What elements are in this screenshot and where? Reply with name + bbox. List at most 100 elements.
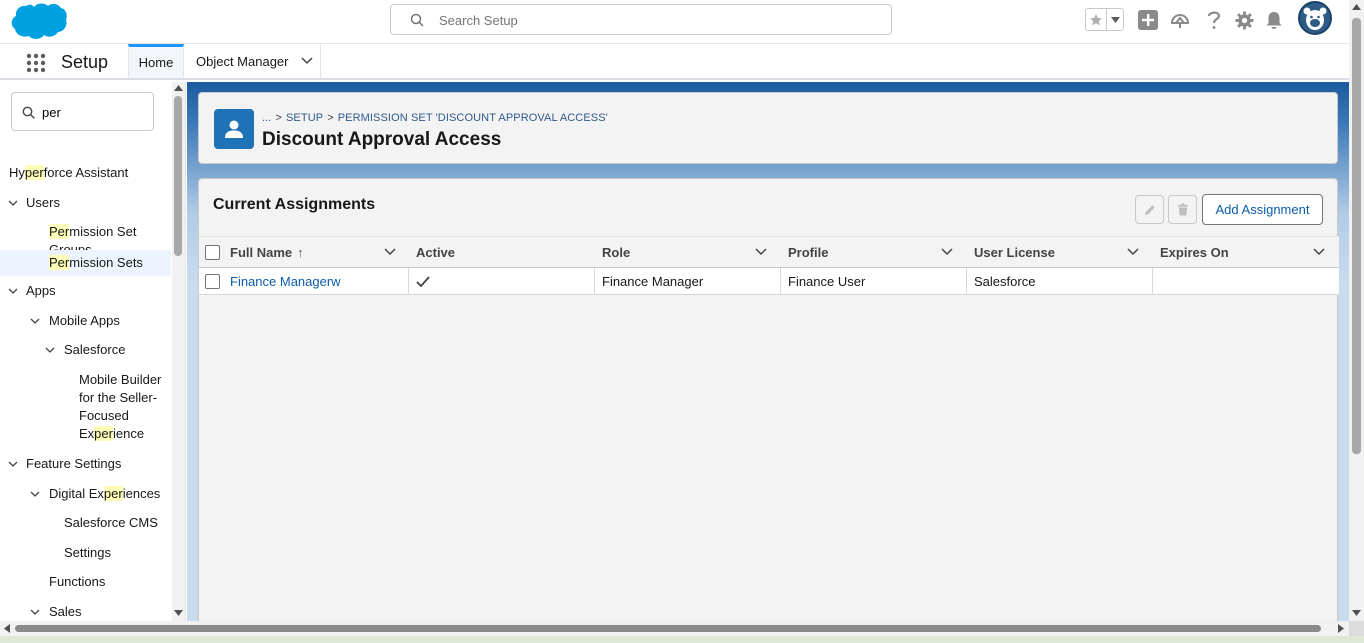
bell-icon [1266, 11, 1282, 29]
table-row: Finance Managerw Finance Manager Finance… [199, 268, 1339, 295]
column-header-full-name[interactable]: Full Name ↑ [230, 237, 408, 267]
sidebar-item-hyperforce-assistant[interactable]: Hyperforce Assistant [0, 164, 171, 182]
setup-search-box[interactable] [390, 4, 892, 35]
quick-find-input[interactable] [42, 104, 147, 120]
edit-button[interactable] [1135, 195, 1164, 224]
sidebar-item-digital-experiences[interactable]: Digital Experiences [0, 485, 171, 503]
window-horizontal-scrollbar[interactable] [0, 621, 1349, 636]
sidebar-item-label: Settings [64, 545, 111, 560]
avatar[interactable] [1298, 1, 1332, 35]
sidebar-scrollbar-thumb[interactable] [174, 96, 182, 256]
chevron-down-icon[interactable] [30, 607, 40, 617]
breadcrumb-setup[interactable]: SETUP [286, 112, 323, 124]
column-header-label: Expires On [1160, 244, 1229, 260]
column-header-label: Full Name [230, 244, 293, 260]
chevron-down-icon[interactable] [8, 286, 18, 296]
chevron-down-icon[interactable] [1127, 248, 1139, 256]
trailhead-button[interactable] [1169, 9, 1191, 31]
help-button[interactable] [1203, 9, 1225, 31]
column-header-expires-on[interactable]: Expires On [1160, 237, 1338, 267]
sidebar-item-settings[interactable]: Settings [0, 544, 171, 562]
scroll-up-icon[interactable] [174, 85, 183, 91]
column-header-profile[interactable]: Profile [788, 237, 966, 267]
notifications-button[interactable] [1263, 9, 1285, 31]
window-horizontal-scrollbar-thumb[interactable] [15, 625, 1321, 632]
sidebar-item-mobile-builder[interactable]: Mobile Builder for the Seller- Focused Expe… [0, 371, 165, 443]
sidebar-item-label: Salesforce CMS [64, 515, 158, 530]
setup-gear-button[interactable] [1233, 9, 1255, 31]
chevron-down-icon[interactable] [45, 345, 55, 355]
column-header-active[interactable]: Active [416, 237, 594, 267]
sort-ascending-icon: ↑ [297, 244, 304, 260]
star-icon [1090, 13, 1102, 25]
chevron-down-icon[interactable] [8, 459, 18, 469]
chevron-down-icon[interactable] [300, 57, 313, 65]
sidebar-item-apps[interactable]: Apps [0, 282, 171, 300]
sidebar-item-salesforce-cms[interactable]: Salesforce CMS [0, 514, 171, 532]
chevron-down-icon[interactable] [384, 248, 396, 256]
tab-object-manager[interactable]: Object Manager [185, 44, 321, 78]
sidebar-item-feature-settings[interactable]: Feature Settings [0, 455, 171, 473]
app-launcher-icon[interactable] [26, 53, 46, 73]
chevron-down-icon [1110, 16, 1120, 23]
chevron-down-icon[interactable] [30, 489, 40, 499]
salesforce-cloud-logo[interactable] [11, 2, 67, 40]
global-actions-button[interactable] [1137, 9, 1159, 31]
cell-role: Finance Manager [595, 268, 781, 294]
sidebar-scrollbar[interactable] [172, 82, 185, 621]
chevron-down-icon[interactable] [941, 248, 953, 256]
column-header-role[interactable]: Role [602, 237, 780, 267]
plus-icon [1138, 10, 1158, 30]
search-icon [410, 13, 424, 27]
scroll-right-icon[interactable] [1338, 624, 1344, 633]
sidebar-item-salesforce[interactable]: Salesforce [0, 341, 171, 359]
scroll-left-icon[interactable] [4, 624, 10, 633]
window-vertical-scrollbar-thumb[interactable] [1352, 18, 1361, 454]
column-header-user-license[interactable]: User License [974, 237, 1152, 267]
permission-set-icon [214, 109, 254, 149]
breadcrumb-overflow[interactable]: ... [262, 112, 271, 124]
sidebar-item-label: Users [26, 195, 60, 210]
setup-search-input[interactable] [439, 11, 859, 29]
search-icon [22, 106, 35, 119]
checkmark-icon [416, 275, 430, 287]
scroll-up-icon[interactable] [1352, 4, 1361, 10]
bottom-strip [0, 636, 1364, 643]
chevron-down-icon[interactable] [1313, 248, 1325, 256]
cell-active [409, 268, 595, 294]
column-header-label: Role [602, 244, 631, 260]
select-all-checkbox[interactable] [205, 244, 220, 260]
gear-icon [1234, 10, 1254, 30]
table-header-row: Full Name ↑ Active Role Profile User Lic… [199, 236, 1339, 268]
tab-home[interactable]: Home [128, 44, 184, 78]
app-navigation-bar: Setup Home Object Manager [0, 44, 1349, 80]
scroll-down-icon[interactable] [174, 610, 183, 616]
chevron-down-icon[interactable] [755, 248, 767, 256]
sidebar-item-sales[interactable]: Sales [0, 603, 171, 621]
chevron-down-icon[interactable] [8, 198, 18, 208]
favorites-button[interactable] [1086, 9, 1107, 30]
user-icon [225, 120, 243, 138]
window-vertical-scrollbar[interactable] [1349, 0, 1364, 621]
favorites-list-button[interactable] [1107, 9, 1123, 30]
cell-profile: Finance User [781, 268, 967, 294]
app-name: Setup [61, 52, 109, 72]
sidebar-item-permission-sets[interactable]: Permission Sets [0, 250, 171, 276]
delete-button[interactable] [1168, 195, 1197, 224]
full-name-link[interactable]: Finance Managerw [230, 274, 341, 289]
sidebar-item-functions[interactable]: Functions [0, 573, 171, 591]
scroll-down-icon[interactable] [1352, 610, 1361, 616]
breadcrumb-permission-set[interactable]: PERMISSION SET 'DISCOUNT APPROVAL ACCESS… [338, 112, 608, 124]
sidebar-item-users[interactable]: Users [0, 194, 171, 212]
cell-expires-on [1153, 268, 1339, 294]
row-select-cell [199, 268, 223, 294]
chevron-down-icon[interactable] [30, 316, 40, 326]
profile-value: Finance User [788, 273, 866, 289]
column-header-label: User License [974, 244, 1055, 260]
card-title: Current Assignments [213, 196, 376, 213]
cell-user-license: Salesforce [967, 268, 1153, 294]
quick-find-box[interactable] [11, 92, 154, 131]
row-checkbox[interactable] [205, 273, 220, 289]
sidebar-item-mobile-apps[interactable]: Mobile Apps [0, 312, 171, 330]
add-assignment-button[interactable]: Add Assignment [1202, 194, 1323, 225]
